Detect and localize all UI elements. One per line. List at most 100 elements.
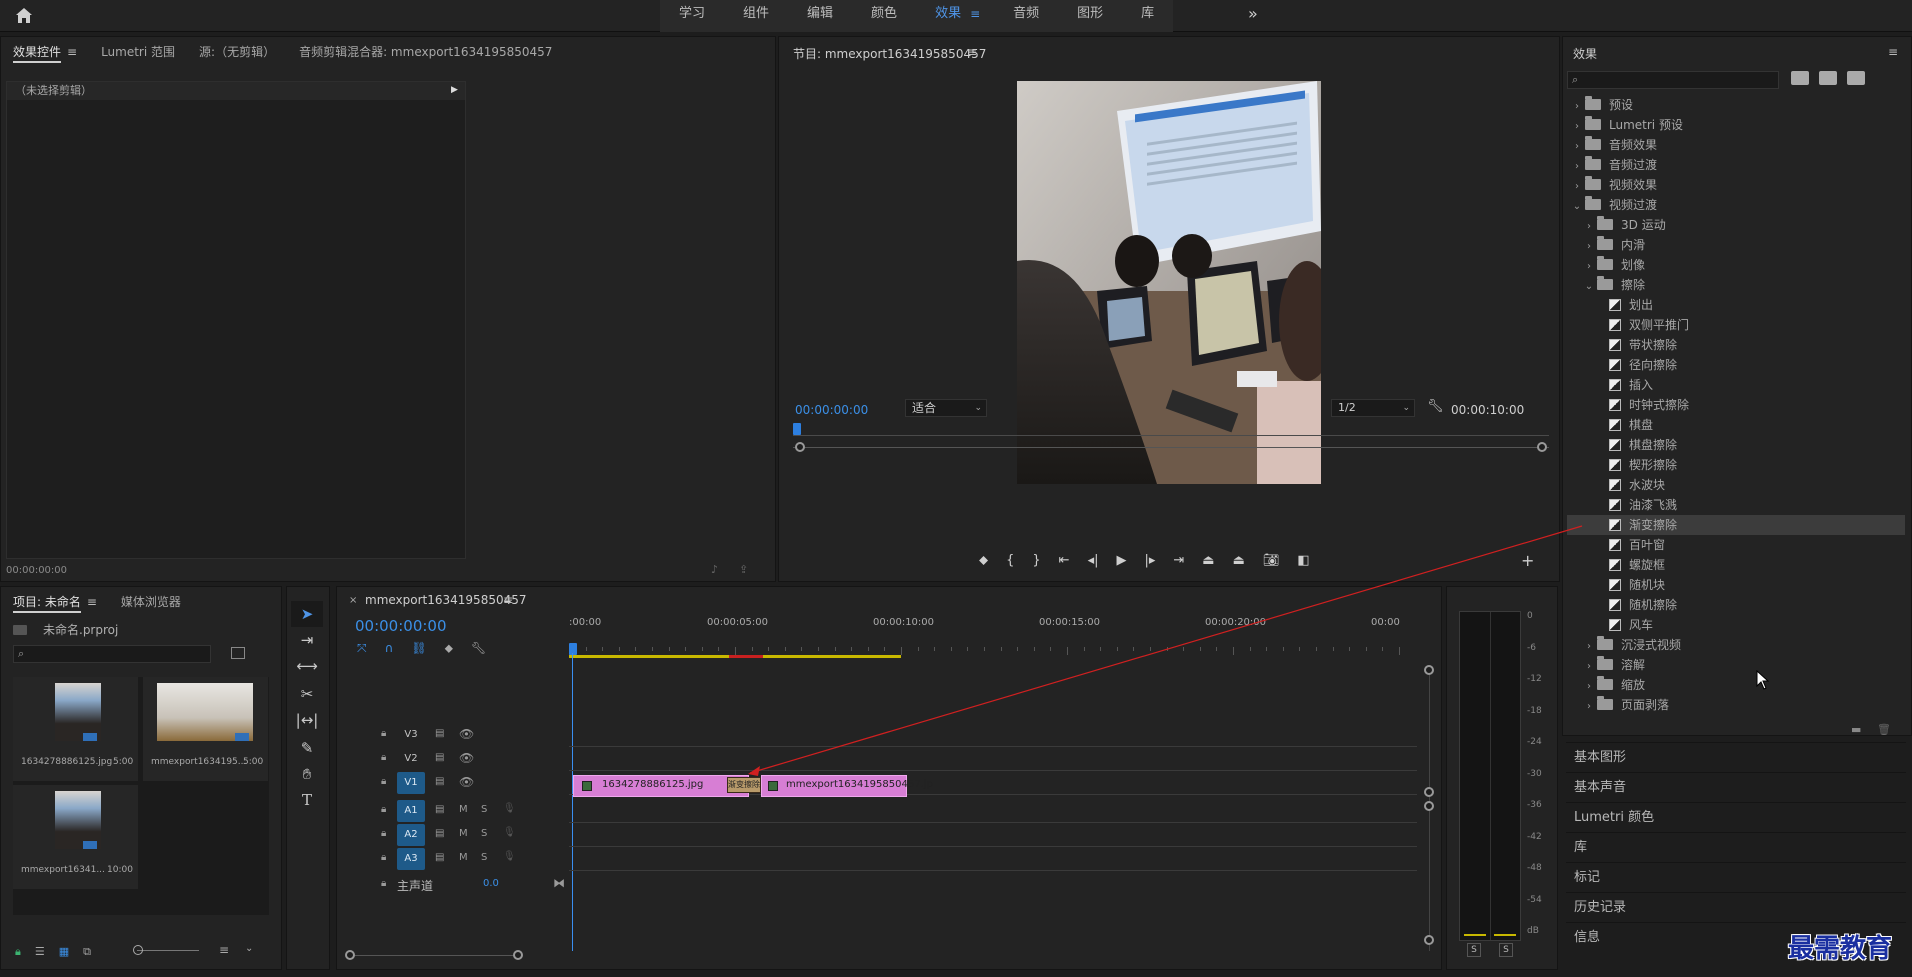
wrench-icon[interactable]: 🔧︎ xyxy=(471,641,486,656)
track-a1[interactable]: 🔒︎ A1 ▤ M S 🎙︎ xyxy=(337,799,1417,823)
hamburger-icon[interactable]: ≡ xyxy=(1888,45,1898,59)
transition-clip[interactable]: 渐变擦除 xyxy=(727,777,761,793)
chevron-right-icon[interactable]: › xyxy=(1583,697,1595,717)
section-essential-sound[interactable]: 基本声音 xyxy=(1566,772,1906,802)
v-scroll-mid-handle-2[interactable] xyxy=(1424,801,1434,811)
track-select-tool-icon[interactable]: ⇥ xyxy=(291,627,323,653)
home-icon[interactable] xyxy=(14,6,36,26)
sync-lock-icon[interactable]: ▤ xyxy=(435,752,444,763)
track-a3[interactable]: 🔒︎ A3 ▤ M S 🎙︎ xyxy=(337,847,1417,871)
solo-button[interactable]: S xyxy=(481,828,487,839)
lock-icon[interactable]: 🔒︎ xyxy=(381,776,386,787)
mark-in-icon[interactable]: { xyxy=(1006,553,1014,568)
accelerated-effects-icon[interactable] xyxy=(1791,71,1809,85)
mute-button[interactable]: M xyxy=(459,852,468,863)
track-target-v2[interactable]: V2 xyxy=(397,748,425,770)
zoom-right-handle[interactable] xyxy=(1537,442,1547,452)
mute-button[interactable]: M xyxy=(459,828,468,839)
workspace-tab-learn[interactable]: 学习 xyxy=(660,0,724,32)
chevron-right-icon[interactable]: › xyxy=(1583,237,1595,257)
program-video-frame[interactable] xyxy=(1017,81,1321,484)
lock-icon[interactable]: 🔒︎ xyxy=(15,945,21,959)
chevron-right-icon[interactable]: › xyxy=(1571,117,1583,137)
effects-tree-item[interactable]: ⌄ 擦除 xyxy=(1567,275,1905,295)
effects-tree-item[interactable]: 楔形擦除 xyxy=(1567,455,1905,475)
track-master[interactable]: 🔒︎ 主声道 0.0 ⧓ xyxy=(337,873,1223,897)
lift-icon[interactable]: ⏏ xyxy=(1202,553,1214,568)
effects-tree-item[interactable]: 棋盘 xyxy=(1567,415,1905,435)
timeline-timecode[interactable]: 00:00:00:00 xyxy=(355,617,447,635)
tab-effect-controls[interactable]: 效果控件 ≡ xyxy=(1,43,89,63)
hamburger-icon[interactable]: ≡ xyxy=(67,45,77,59)
sync-lock-icon[interactable]: ▤ xyxy=(435,828,444,839)
lock-icon[interactable]: 🔒︎ xyxy=(381,728,386,739)
new-folder-icon[interactable]: ▬ xyxy=(1851,723,1861,736)
effects-tree-item[interactable]: 油漆飞溅 xyxy=(1567,495,1905,515)
program-zoom-bar[interactable] xyxy=(793,447,1549,448)
hamburger-icon[interactable]: ≡ xyxy=(967,45,977,59)
go-to-edit-icon[interactable]: ⧓ xyxy=(553,876,565,890)
eye-icon[interactable]: 👁︎ xyxy=(459,775,474,789)
marker-icon[interactable]: ⬥ xyxy=(979,553,988,568)
nest-icon[interactable]: ⤧ xyxy=(357,641,367,656)
sync-lock-icon[interactable]: ▤ xyxy=(435,728,444,739)
microphone-icon[interactable]: 🎙︎ xyxy=(503,827,516,838)
track-target-a2[interactable]: A2 xyxy=(397,824,425,846)
workspace-tab-color[interactable]: 颜色 xyxy=(852,0,916,32)
v-scroll-top-handle[interactable] xyxy=(1424,665,1434,675)
close-icon[interactable]: × xyxy=(349,595,357,606)
workspace-tab-audio[interactable]: 音频 xyxy=(994,0,1058,32)
mark-out-icon[interactable]: } xyxy=(1032,553,1040,568)
tab-lumetri-scopes[interactable]: Lumetri 范围 xyxy=(89,43,187,60)
chevron-down-icon[interactable]: ⌄ xyxy=(245,943,253,954)
section-history[interactable]: 历史记录 xyxy=(1566,892,1906,922)
project-item[interactable]: mmexport1634195... 5:00 xyxy=(143,677,268,781)
go-to-in-icon[interactable]: ⇤ xyxy=(1059,553,1070,568)
workspace-tab-editing[interactable]: 编辑 xyxy=(788,0,852,32)
scroll-left-handle[interactable] xyxy=(345,950,355,960)
effects-tree-item[interactable]: › 视频效果 xyxy=(1567,175,1905,195)
clip-mmexport[interactable]: mmexport1634195850457.jp xyxy=(761,775,933,797)
slip-tool-icon[interactable]: |↔| xyxy=(291,707,323,733)
master-volume-value[interactable]: 0.0 xyxy=(483,878,499,889)
effects-tree-item[interactable]: 百叶窗 xyxy=(1567,535,1905,555)
effects-tree-item[interactable]: › 预设 xyxy=(1567,95,1905,115)
effects-tree-item[interactable]: 时钟式擦除 xyxy=(1567,395,1905,415)
effects-tree-item[interactable]: 风车 xyxy=(1567,615,1905,635)
resolution-dropdown[interactable]: 1/2 ⌄ xyxy=(1331,399,1415,417)
chevron-right-icon[interactable]: › xyxy=(1571,177,1583,197)
section-libraries[interactable]: 库 xyxy=(1566,832,1906,862)
project-item[interactable]: 1634278886125.jpg 5:00 xyxy=(13,677,138,781)
effects-tree-item[interactable]: › Lumetri 预设 xyxy=(1567,115,1905,135)
linked-selection-icon[interactable]: ⛓︎ xyxy=(411,641,426,656)
program-current-timecode[interactable]: 00:00:00:00 xyxy=(795,403,868,417)
solo-right-button[interactable]: S xyxy=(1499,943,1513,957)
sync-lock-icon[interactable]: ▤ xyxy=(435,776,444,787)
effects-tree-item[interactable]: › 沉浸式视频 xyxy=(1567,635,1905,655)
chevron-right-icon[interactable]: › xyxy=(1583,677,1595,697)
hamburger-icon[interactable]: ≡ xyxy=(87,595,97,609)
selection-tool-icon[interactable]: ➤ xyxy=(291,601,323,627)
razor-tool-icon[interactable]: ✂︎ xyxy=(291,681,323,707)
tab-project[interactable]: 项目: 未命名 ≡ xyxy=(1,593,109,613)
lock-icon[interactable]: 🔒︎ xyxy=(381,752,386,763)
timeline-vertical-scrollbar[interactable] xyxy=(1429,671,1430,951)
sync-lock-icon[interactable]: ▤ xyxy=(435,852,444,863)
chevron-right-icon[interactable]: › xyxy=(1571,97,1583,117)
music-note-icon[interactable]: ♪ xyxy=(711,563,718,576)
effects-tree-item[interactable]: › 内滑 xyxy=(1567,235,1905,255)
chevron-right-icon[interactable]: › xyxy=(1571,157,1583,177)
section-lumetri-color[interactable]: Lumetri 颜色 xyxy=(1566,802,1906,832)
effects-tree-item[interactable]: 随机块 xyxy=(1567,575,1905,595)
extract-icon[interactable]: ⏏ xyxy=(1233,553,1245,568)
v-scroll-bottom-handle[interactable] xyxy=(1424,935,1434,945)
track-target-v3[interactable]: V3 xyxy=(397,724,425,746)
eye-icon[interactable]: 👁︎ xyxy=(459,751,474,765)
solo-button[interactable]: S xyxy=(481,852,487,863)
ripple-edit-tool-icon[interactable]: ⟷ xyxy=(291,653,323,679)
icon-view-icon[interactable]: ▦ xyxy=(59,945,69,959)
effects-tree-item[interactable]: 插入 xyxy=(1567,375,1905,395)
export-icon[interactable]: ⇪ xyxy=(739,563,748,576)
timeline-playhead[interactable] xyxy=(569,643,577,655)
project-search-input[interactable]: ⌕ xyxy=(13,645,211,663)
